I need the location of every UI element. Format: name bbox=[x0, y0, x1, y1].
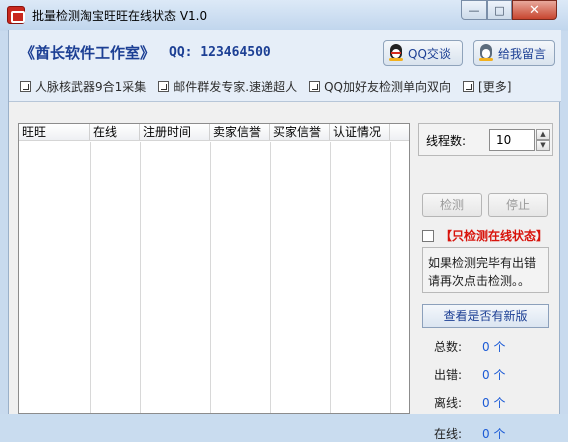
link-label: 邮件群发专家.速递超人 bbox=[173, 80, 298, 94]
minimize-button[interactable]: — bbox=[461, 0, 487, 20]
arrow-link-icon bbox=[20, 81, 31, 92]
column-header-buyer-rating[interactable]: 买家信誉 bbox=[270, 124, 330, 140]
maximize-button[interactable]: □ bbox=[487, 0, 512, 20]
online-only-checkbox[interactable] bbox=[422, 229, 434, 242]
online-only-option[interactable]: 【只检测在线状态】 bbox=[422, 227, 548, 244]
arrow-link-icon bbox=[158, 81, 170, 92]
spin-down-icon[interactable]: ▼ bbox=[536, 140, 550, 151]
stat-label: 离线: bbox=[434, 396, 463, 410]
stat-online: 在线: 0 个 bbox=[434, 425, 505, 442]
thread-count-label: 线程数: bbox=[426, 134, 467, 148]
stat-value: 0 个 bbox=[482, 396, 506, 410]
check-new-version-button[interactable]: 查看是否有新版 bbox=[422, 304, 549, 328]
stop-button[interactable]: 停止 bbox=[488, 193, 548, 217]
link-label: 人脉核武器9合1采集 bbox=[35, 80, 147, 94]
column-header-register-time[interactable]: 注册时间 bbox=[140, 124, 210, 140]
qq-number: QQ: 123464500 bbox=[169, 45, 271, 60]
link-label: QQ加好友检测单向双向 bbox=[324, 80, 452, 94]
stat-label: 在线: bbox=[434, 427, 463, 441]
app-logo-icon bbox=[7, 6, 25, 24]
column-header-verification[interactable]: 认证情况 bbox=[330, 124, 390, 140]
title-bar[interactable]: 批量检测淘宝旺旺在线状态 V1.0 — □ ✕ bbox=[0, 0, 568, 30]
stat-value: 0 个 bbox=[482, 340, 506, 354]
brand-title[interactable]: 《酋长软件工作室》 bbox=[20, 42, 155, 63]
online-only-label: 【只检测在线状态】 bbox=[440, 229, 549, 243]
link-label: [更多] bbox=[478, 80, 512, 94]
link-mail-sender[interactable]: 邮件群发专家.速递超人 bbox=[158, 78, 297, 95]
stat-value: 0 个 bbox=[482, 427, 506, 441]
stat-errors: 出错: 0 个 bbox=[434, 366, 505, 383]
user-icon bbox=[478, 44, 494, 62]
table-header: 旺旺 在线 注册时间 卖家信誉 买家信誉 认证情况 bbox=[19, 124, 409, 141]
qq-penguin-icon bbox=[388, 44, 404, 62]
table-body bbox=[19, 142, 409, 413]
leave-message-button[interactable]: 给我留言 bbox=[473, 40, 555, 66]
column-header-seller-rating[interactable]: 卖家信誉 bbox=[210, 124, 270, 140]
column-header-online[interactable]: 在线 bbox=[90, 124, 140, 140]
app-window: 批量检测淘宝旺旺在线状态 V1.0 — □ ✕ 《酋长软件工作室》 QQ: 12… bbox=[0, 0, 568, 441]
results-table[interactable]: 旺旺 在线 注册时间 卖家信誉 买家信誉 认证情况 bbox=[18, 123, 410, 414]
thread-count-input[interactable]: 10 bbox=[489, 129, 535, 151]
leave-message-label: 给我留言 bbox=[498, 46, 547, 61]
thread-count-group: 线程数: 10 ▲ ▼ bbox=[418, 123, 553, 156]
link-more[interactable]: [更多] bbox=[463, 78, 511, 95]
client-area: 《酋长软件工作室》 QQ: 123464500 QQ交谈 给我留言 人脉核武器9… bbox=[8, 30, 561, 441]
spin-up-icon[interactable]: ▲ bbox=[536, 129, 550, 140]
stat-label: 出错: bbox=[434, 368, 463, 382]
arrow-link-icon bbox=[463, 81, 475, 92]
column-header-wangwang[interactable]: 旺旺 bbox=[19, 124, 90, 140]
link-contacts-collector[interactable]: 人脉核武器9合1采集 bbox=[20, 78, 146, 95]
link-qq-friend-check[interactable]: QQ加好友检测单向双向 bbox=[309, 78, 451, 95]
hint-line-2: 请再次点击检测。。 bbox=[428, 274, 531, 288]
arrow-link-icon bbox=[309, 81, 321, 92]
close-button[interactable]: ✕ bbox=[512, 0, 557, 20]
check-button[interactable]: 检测 bbox=[422, 193, 482, 217]
stat-total: 总数: 0 个 bbox=[434, 338, 505, 355]
stat-offline: 离线: 0 个 bbox=[434, 394, 505, 411]
stat-label: 总数: bbox=[434, 340, 463, 354]
qq-chat-label: QQ交谈 bbox=[408, 46, 451, 61]
promo-links: 人脉核武器9合1采集 邮件群发专家.速递超人 QQ加好友检测单向双向 [更多] bbox=[20, 78, 511, 95]
stat-value: 0 个 bbox=[482, 368, 506, 382]
hint-line-1: 如果检测完毕有出错 bbox=[428, 256, 537, 270]
window-title: 批量检测淘宝旺旺在线状态 V1.0 bbox=[32, 9, 208, 23]
hint-box: 如果检测完毕有出错 请再次点击检测。。 bbox=[422, 247, 549, 293]
qq-chat-button[interactable]: QQ交谈 bbox=[383, 40, 463, 66]
header-panel: 《酋长软件工作室》 QQ: 123464500 QQ交谈 给我留言 人脉核武器9… bbox=[9, 30, 561, 102]
